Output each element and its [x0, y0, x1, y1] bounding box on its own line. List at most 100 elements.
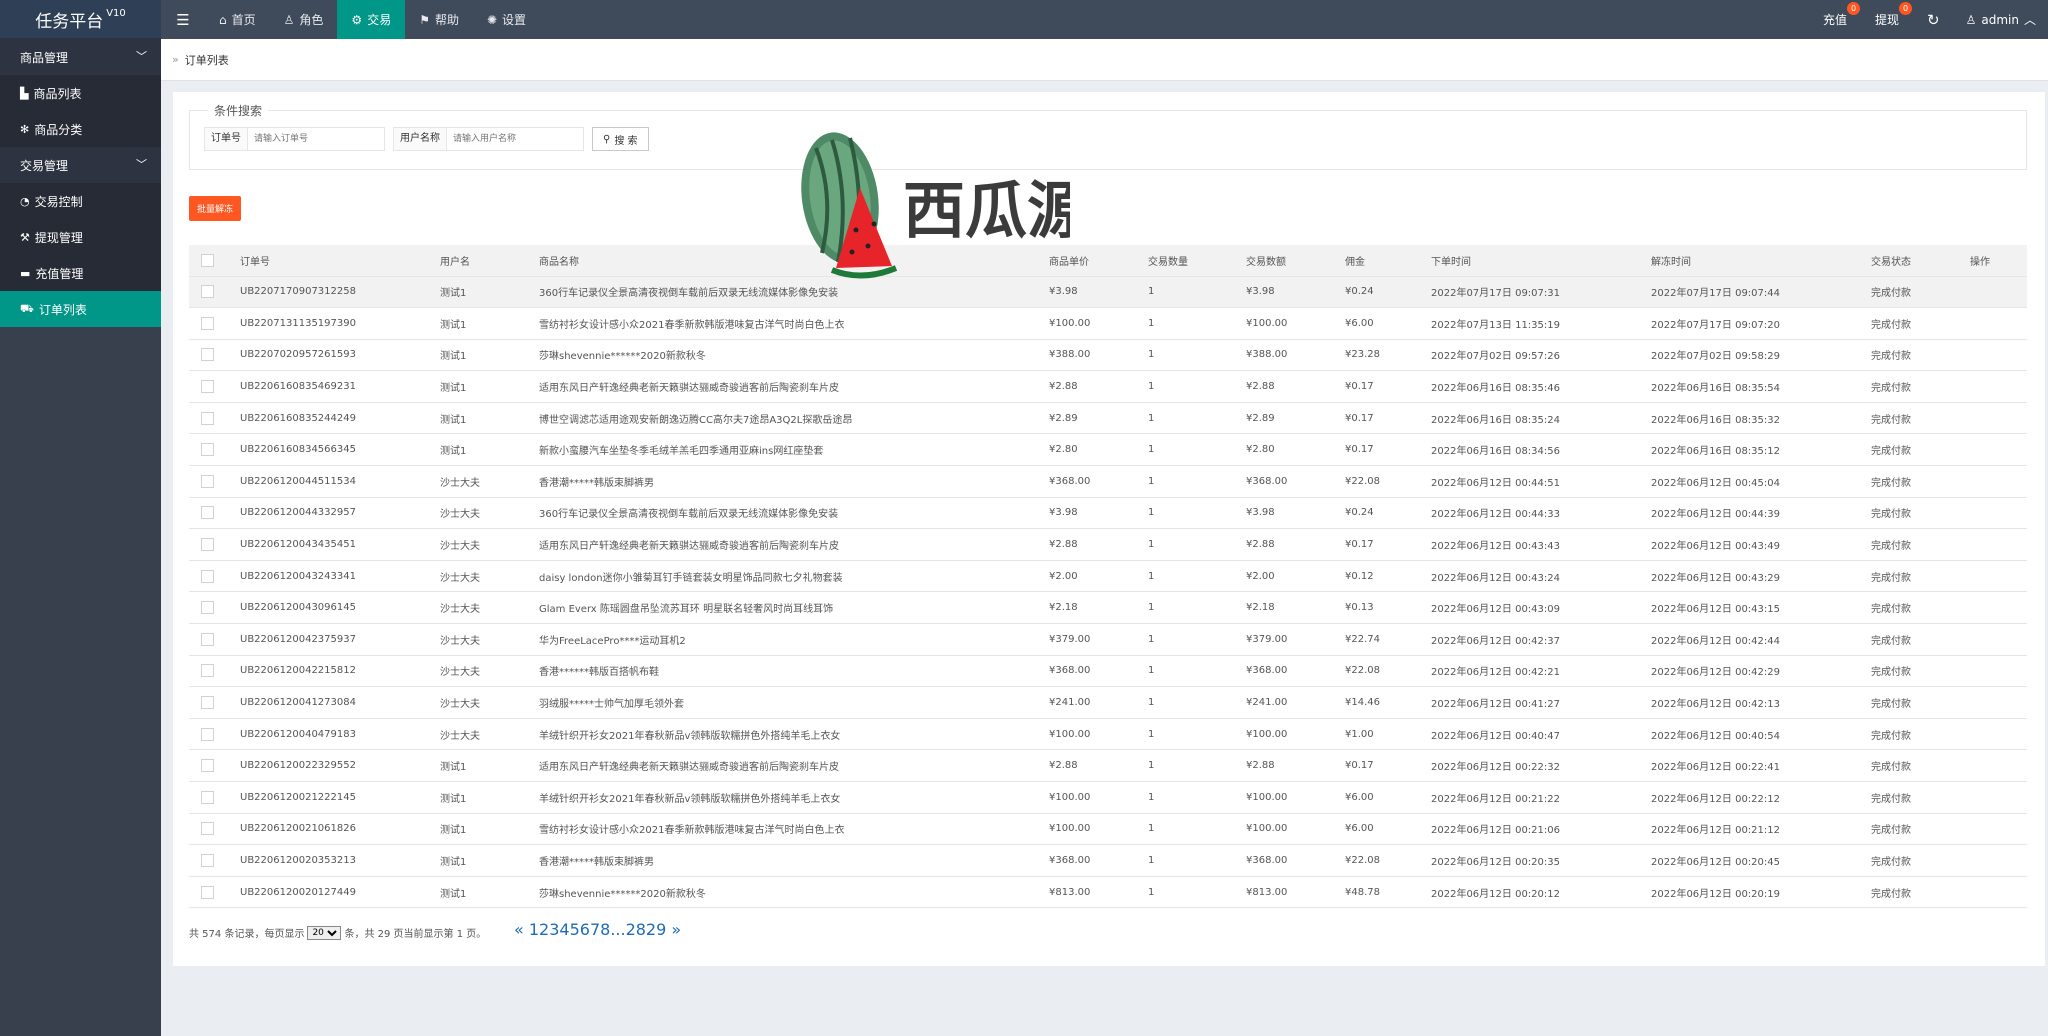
table-cell: ¥388.00 [1238, 339, 1337, 372]
sidebar-item[interactable]: ✻ 商品分类 [0, 111, 161, 147]
table-cell: 测试1 [432, 749, 531, 782]
user-menu[interactable]: ♙ admin ︿ [1954, 11, 2048, 28]
table-row[interactable]: UB2207020957261593 测试1 莎琳shevennie******20… [189, 339, 2027, 372]
row-checkbox[interactable] [201, 664, 214, 678]
row-checkbox[interactable] [201, 285, 214, 299]
table-row[interactable]: UB2206120021061826 测试1 雪纺衬衫女设计感小众2021春季新款韩… [189, 813, 2027, 846]
sidebar-group-label: 商品管理 [20, 50, 69, 65]
sidebar-item[interactable]: ⚒ 提现管理 [0, 219, 161, 255]
table-cell: ¥2.18 [1238, 591, 1337, 625]
top-nav-label: 首页 [231, 13, 256, 27]
sidebar-group[interactable]: 交易管理 ﹀ [0, 147, 161, 183]
order-field-group: 订单号 [204, 127, 385, 151]
batch-unfreeze-button[interactable]: 批量解冻 [189, 196, 242, 221]
withdraw-link[interactable]: 提现 0 [1861, 0, 1913, 39]
table-row[interactable]: UB2206120043435451 沙士大夫 适用东风日产轩逸经典老新天籁骐达骊威… [189, 528, 2027, 561]
table-body: UB2207170907312258 测试1 360行车记录仪全景高清夜视倒车载前后… [189, 276, 2027, 909]
pagination-suffix: 条，共 29 页当前显示第 1 页。 [344, 929, 487, 940]
table-cell: 2022年06月16日 08:35:32 [1643, 402, 1863, 435]
username-input[interactable] [447, 128, 583, 150]
table-row[interactable]: UB2206120043096145 沙士大夫 Glam Everx 陈瑶圆盘吊坠流… [189, 591, 2027, 625]
table-row[interactable]: UB2206120042375937 沙士大夫 华为FreeLacePro****运… [189, 623, 2027, 656]
row-checkbox[interactable] [201, 727, 214, 741]
page-size-select[interactable]: 20 [307, 925, 342, 940]
table-cell: 2022年07月17日 09:07:31 [1423, 276, 1643, 309]
row-checkbox[interactable] [201, 601, 214, 615]
top-nav-item[interactable]: ⚙ 交易 [337, 0, 406, 39]
chevron-down-icon: ﹀ [136, 158, 147, 171]
row-checkbox[interactable] [201, 506, 214, 520]
row-checkbox[interactable] [201, 569, 214, 583]
table-row[interactable]: UB2207170907312258 测试1 360行车记录仪全景高清夜视倒车载前后… [189, 276, 2027, 309]
row-checkbox[interactable] [201, 443, 214, 457]
table-row[interactable]: UB2206160834566345 测试1 新款小蛮腰汽车坐垫冬季毛绒羊羔毛四季通… [189, 433, 2027, 467]
table-cell: 莎琳shevennie******2020新款秋冬 [531, 876, 1041, 909]
table-row[interactable]: UB2206120041273084 沙士大夫 羽绒服*****士帅气加厚毛领外套 ¥… [189, 686, 2027, 719]
top-nav-item[interactable]: ⌂ 首页 [205, 0, 270, 39]
table-row[interactable]: UB2206120044332957 沙士大夫 360行车记录仪全景高清夜视倒车载前… [189, 497, 2027, 530]
table-cell: 2022年06月12日 00:43:49 [1643, 528, 1863, 561]
table-cell: 沙士大夫 [432, 623, 531, 656]
table-cell: ¥2.18 [1041, 591, 1140, 625]
table-cell: ¥100.00 [1238, 781, 1337, 814]
table-row[interactable]: UB2206120020353213 测试1 香港潮*****韩版束脚裤男 ¥368.… [189, 844, 2027, 877]
column-header: 交易状态 [1863, 245, 1962, 277]
row-checkbox[interactable] [201, 632, 214, 646]
sidebar-item[interactable]: ⛟ 订单列表 [0, 291, 161, 327]
row-checkbox[interactable] [201, 474, 214, 488]
table-cell: Glam Everx 陈瑶圆盘吊坠流苏耳环 明星联名轻奢风时尚耳线耳饰 [531, 591, 1041, 625]
table-row[interactable]: UB2206160835244249 测试1 博世空调滤芯适用途观安新朗逸迈腾CC高… [189, 402, 2027, 435]
sidebar-item[interactable]: ▬ 充值管理 [0, 255, 161, 291]
app-version: V10 [106, 7, 126, 19]
recharge-link[interactable]: 充值 0 [1809, 0, 1861, 39]
row-select-cell [189, 655, 232, 688]
table-row[interactable]: UB2206120021222145 测试1 羊绒针织开衫女2021年春秋新品v领韩… [189, 781, 2027, 814]
snowflake-icon: ✻ [20, 122, 30, 136]
table-cell: ¥3.98 [1238, 497, 1337, 530]
table-row[interactable]: UB2206120042215812 沙士大夫 香港******韩版百搭帆布鞋 ¥36… [189, 655, 2027, 688]
table-cell: 完成付款 [1863, 623, 1962, 656]
table-row[interactable]: UB2207131135197390 测试1 雪纺衬衫女设计感小众2021春季新款韩… [189, 307, 2027, 340]
order-input[interactable] [248, 128, 384, 150]
table-row[interactable]: UB2206120020127449 测试1 莎琳shevennie******20… [189, 876, 2027, 909]
row-checkbox[interactable] [201, 411, 214, 425]
search-button[interactable]: ⚲ 搜 索 [592, 127, 649, 151]
top-nav-label: 设置 [502, 13, 527, 27]
table-row[interactable]: UB2206160835469231 测试1 适用东风日产轩逸经典老新天籁骐达骊威奇… [189, 370, 2027, 403]
table-row[interactable]: UB2206120040479183 沙士大夫 羊绒针织开衫女2021年春秋新品v领… [189, 718, 2027, 751]
table-cell: ¥368.00 [1041, 844, 1140, 877]
row-checkbox[interactable] [201, 538, 214, 552]
table-cell: 2022年06月16日 08:35:12 [1643, 433, 1863, 467]
top-nav-item[interactable]: ♙ 角色 [270, 0, 338, 39]
table-row[interactable]: UB2206120022329552 测试1 适用东风日产轩逸经典老新天籁骐达骊威奇… [189, 749, 2027, 782]
content-card: 条件搜索 订单号 用户名称 ⚲ 搜 索 批量解冻 订单号用户 [173, 92, 2045, 966]
menu-toggle-icon[interactable]: ☰ [161, 0, 205, 39]
row-checkbox[interactable] [201, 885, 214, 899]
row-checkbox[interactable] [201, 759, 214, 773]
row-checkbox[interactable] [201, 348, 214, 362]
row-checkbox[interactable] [201, 853, 214, 867]
table-cell [1962, 402, 2027, 435]
row-checkbox[interactable] [201, 790, 214, 804]
table-cell: 完成付款 [1863, 402, 1962, 435]
table-row[interactable]: UB2206120043243341 沙士大夫 daisy london迷你小雏菊耳… [189, 560, 2027, 593]
sidebar-group[interactable]: 商品管理 ﹀ [0, 39, 161, 75]
pagination-links[interactable]: « 12345678...2829 » [514, 920, 681, 939]
comment-icon: ▬ [20, 266, 31, 280]
select-all-checkbox[interactable] [201, 253, 214, 267]
table-cell: ¥241.00 [1041, 686, 1140, 719]
table-row[interactable]: UB2206120044511534 沙士大夫 香港潮*****韩版束脚裤男 ¥368… [189, 465, 2027, 498]
app-logo[interactable]: 任务平台 V10 [0, 0, 161, 39]
row-checkbox[interactable] [201, 316, 214, 330]
row-checkbox[interactable] [201, 822, 214, 836]
refresh-icon[interactable]: ↻ [1913, 11, 1954, 29]
row-checkbox[interactable] [201, 696, 214, 710]
table-cell [1962, 528, 2027, 561]
sidebar-item[interactable]: ◔ 交易控制 [0, 183, 161, 219]
top-nav-item[interactable]: ✺ 设置 [473, 0, 540, 39]
top-nav-item[interactable]: ⚑ 帮助 [405, 0, 473, 39]
table-cell: 360行车记录仪全景高清夜视倒车载前后双录无线流媒体影像免安装 [531, 497, 1041, 530]
table-cell: ¥368.00 [1041, 465, 1140, 498]
sidebar-item[interactable]: ▙ 商品列表 [0, 75, 161, 111]
row-checkbox[interactable] [201, 380, 214, 394]
